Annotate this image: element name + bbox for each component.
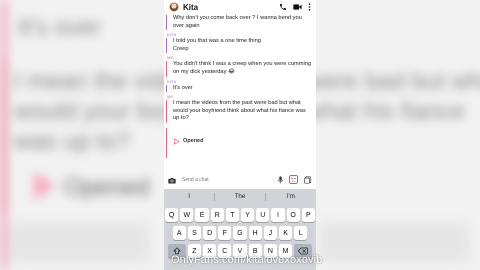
- microphone-icon[interactable]: [278, 171, 283, 189]
- key-w[interactable]: W: [180, 208, 194, 222]
- video-icon[interactable]: [293, 3, 302, 11]
- chat-composer: [164, 174, 316, 186]
- message-text: I told you that was a one time thing: [173, 38, 261, 45]
- suggestion-item[interactable]: I'm: [266, 193, 316, 200]
- phone-icon[interactable]: [279, 3, 287, 11]
- keyboard-row-2: A S D F G H J K L: [164, 226, 316, 240]
- message-bubble: You didn't think I was a creep when you …: [166, 61, 316, 77]
- key-t[interactable]: T: [225, 208, 239, 222]
- key-f[interactable]: F: [218, 226, 232, 240]
- opened-arrow-icon: [173, 132, 180, 150]
- key-g[interactable]: G: [233, 226, 247, 240]
- sender-label: KITA: [167, 78, 177, 84]
- chat-thread: Why don't you come back over ? I wanna b…: [164, 15, 316, 158]
- sender-label: ME: [167, 55, 174, 61]
- key-k[interactable]: K: [278, 226, 293, 240]
- suggestion-item[interactable]: I: [164, 193, 214, 200]
- sticker-icon[interactable]: [289, 171, 298, 189]
- key-u[interactable]: U: [256, 208, 270, 222]
- key-h[interactable]: H: [248, 226, 262, 240]
- opened-status: Opened: [166, 127, 316, 158]
- key-a[interactable]: A: [172, 226, 186, 240]
- blurred-backdrop-left: It's over I mean the videos would your b…: [0, 0, 164, 270]
- message-bubble: I mean the videos from the past were bad…: [166, 100, 316, 123]
- camera-icon[interactable]: [168, 171, 176, 189]
- message-bubble: I told you that was a one time thing Cre…: [166, 38, 316, 54]
- blurred-backdrop-right: were bad but what what his fiance: [316, 0, 480, 270]
- message-text: I mean the videos from the past were bad…: [173, 100, 306, 122]
- key-p[interactable]: P: [301, 208, 315, 222]
- phone-screen: Kita Why don't you come back over ? I wa…: [164, 0, 316, 270]
- keyboard-row-1: Q W E R T Y U I O P: [164, 208, 316, 222]
- more-icon[interactable]: [308, 3, 311, 11]
- suggestion-item[interactable]: The: [215, 193, 265, 200]
- key-i[interactable]: I: [271, 208, 285, 222]
- chat-input[interactable]: [182, 177, 262, 183]
- key-y[interactable]: Y: [241, 208, 255, 222]
- watermark-text: OnlyFans.com/kitalovexoxovib: [171, 254, 323, 266]
- key-e[interactable]: E: [195, 208, 209, 222]
- message-text: Creep: [173, 45, 189, 52]
- key-r[interactable]: R: [210, 208, 224, 222]
- contact-name[interactable]: Kita: [183, 3, 198, 12]
- message-bubble: It's over: [166, 84, 316, 93]
- keyboard-suggestions: I The I'm: [164, 189, 316, 204]
- sender-label: ME: [167, 94, 174, 100]
- key-l[interactable]: L: [294, 226, 308, 240]
- message-text: You didn't think I was a creep when you …: [173, 61, 312, 75]
- message-text: It's over: [173, 84, 193, 91]
- chat-header: Kita: [164, 0, 316, 14]
- memories-icon[interactable]: [304, 171, 312, 189]
- avatar[interactable]: [169, 2, 179, 12]
- key-j[interactable]: J: [263, 226, 277, 240]
- sender-label: KITA: [167, 32, 177, 38]
- key-d[interactable]: D: [203, 226, 217, 240]
- key-s[interactable]: S: [187, 226, 202, 240]
- key-q[interactable]: Q: [165, 208, 179, 222]
- key-o[interactable]: O: [286, 208, 300, 222]
- message-text: Why don't you come back over ? I wanna b…: [173, 15, 302, 29]
- message-bubble: Why don't you come back over ? I wanna b…: [166, 15, 316, 31]
- opened-label: Opened: [183, 137, 204, 144]
